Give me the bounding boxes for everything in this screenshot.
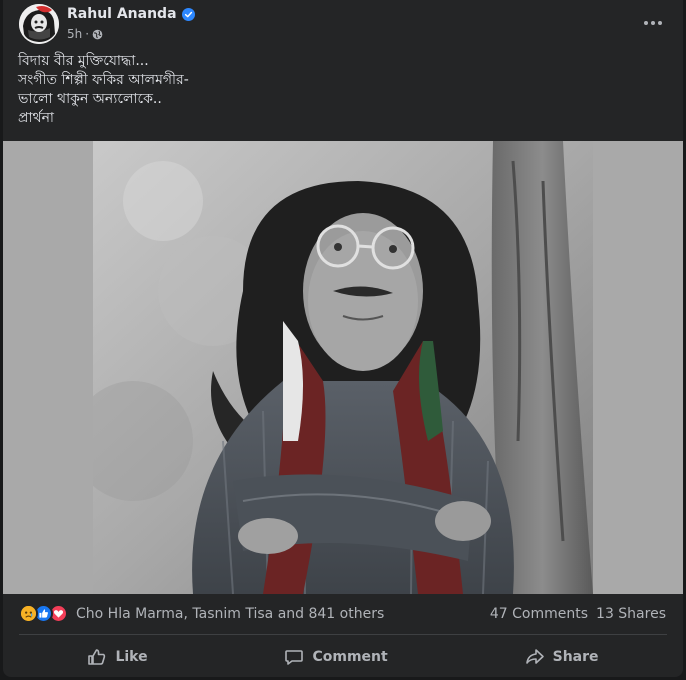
comment-label: Comment	[312, 649, 388, 665]
post-meta: 5h ·	[67, 27, 103, 41]
globe-icon[interactable]	[92, 29, 103, 40]
shares-count[interactable]: 13 Shares	[596, 606, 666, 622]
divider	[19, 634, 667, 635]
meta-separator: ·	[85, 27, 90, 41]
comment-icon	[285, 650, 304, 665]
reaction-names[interactable]: Cho Hla Marma, Tasnim Tisa and 841 other…	[76, 606, 384, 622]
photo-container[interactable]	[3, 141, 683, 594]
comment-button[interactable]: Comment	[264, 641, 407, 673]
share-button[interactable]: Share	[505, 641, 619, 673]
post-card: Rahul Ananda 5h · বিদায় বীর মুক্তিযোদ্ধ…	[3, 0, 683, 677]
dot-icon	[658, 21, 662, 25]
action-bar: Like Comment Share	[19, 638, 667, 676]
sad-reaction-icon	[19, 604, 38, 623]
thumbs-up-icon	[88, 649, 106, 665]
more-options-button[interactable]	[641, 14, 665, 32]
share-label: Share	[552, 649, 599, 665]
avatar[interactable]	[19, 4, 59, 44]
like-button[interactable]: Like	[67, 641, 167, 673]
comments-count[interactable]: 47 Comments	[490, 606, 588, 622]
engagement-counts: 47 Comments 13 Shares	[490, 606, 666, 622]
post-time[interactable]: 5h	[67, 27, 82, 41]
share-icon	[525, 649, 544, 664]
reactions-summary[interactable]: Cho Hla Marma, Tasnim Tisa and 841 other…	[19, 604, 384, 623]
dot-icon	[644, 21, 648, 25]
verified-badge-icon	[181, 7, 195, 21]
author-name[interactable]: Rahul Ananda	[67, 6, 195, 22]
post-photo[interactable]	[93, 141, 593, 594]
dot-icon	[651, 21, 655, 25]
like-label: Like	[115, 649, 148, 665]
author-name-text[interactable]: Rahul Ananda	[67, 6, 177, 22]
post-text: বিদায় বীর মুক্তিযোদ্ধা... সংগীত শিল্পী …	[18, 53, 189, 126]
